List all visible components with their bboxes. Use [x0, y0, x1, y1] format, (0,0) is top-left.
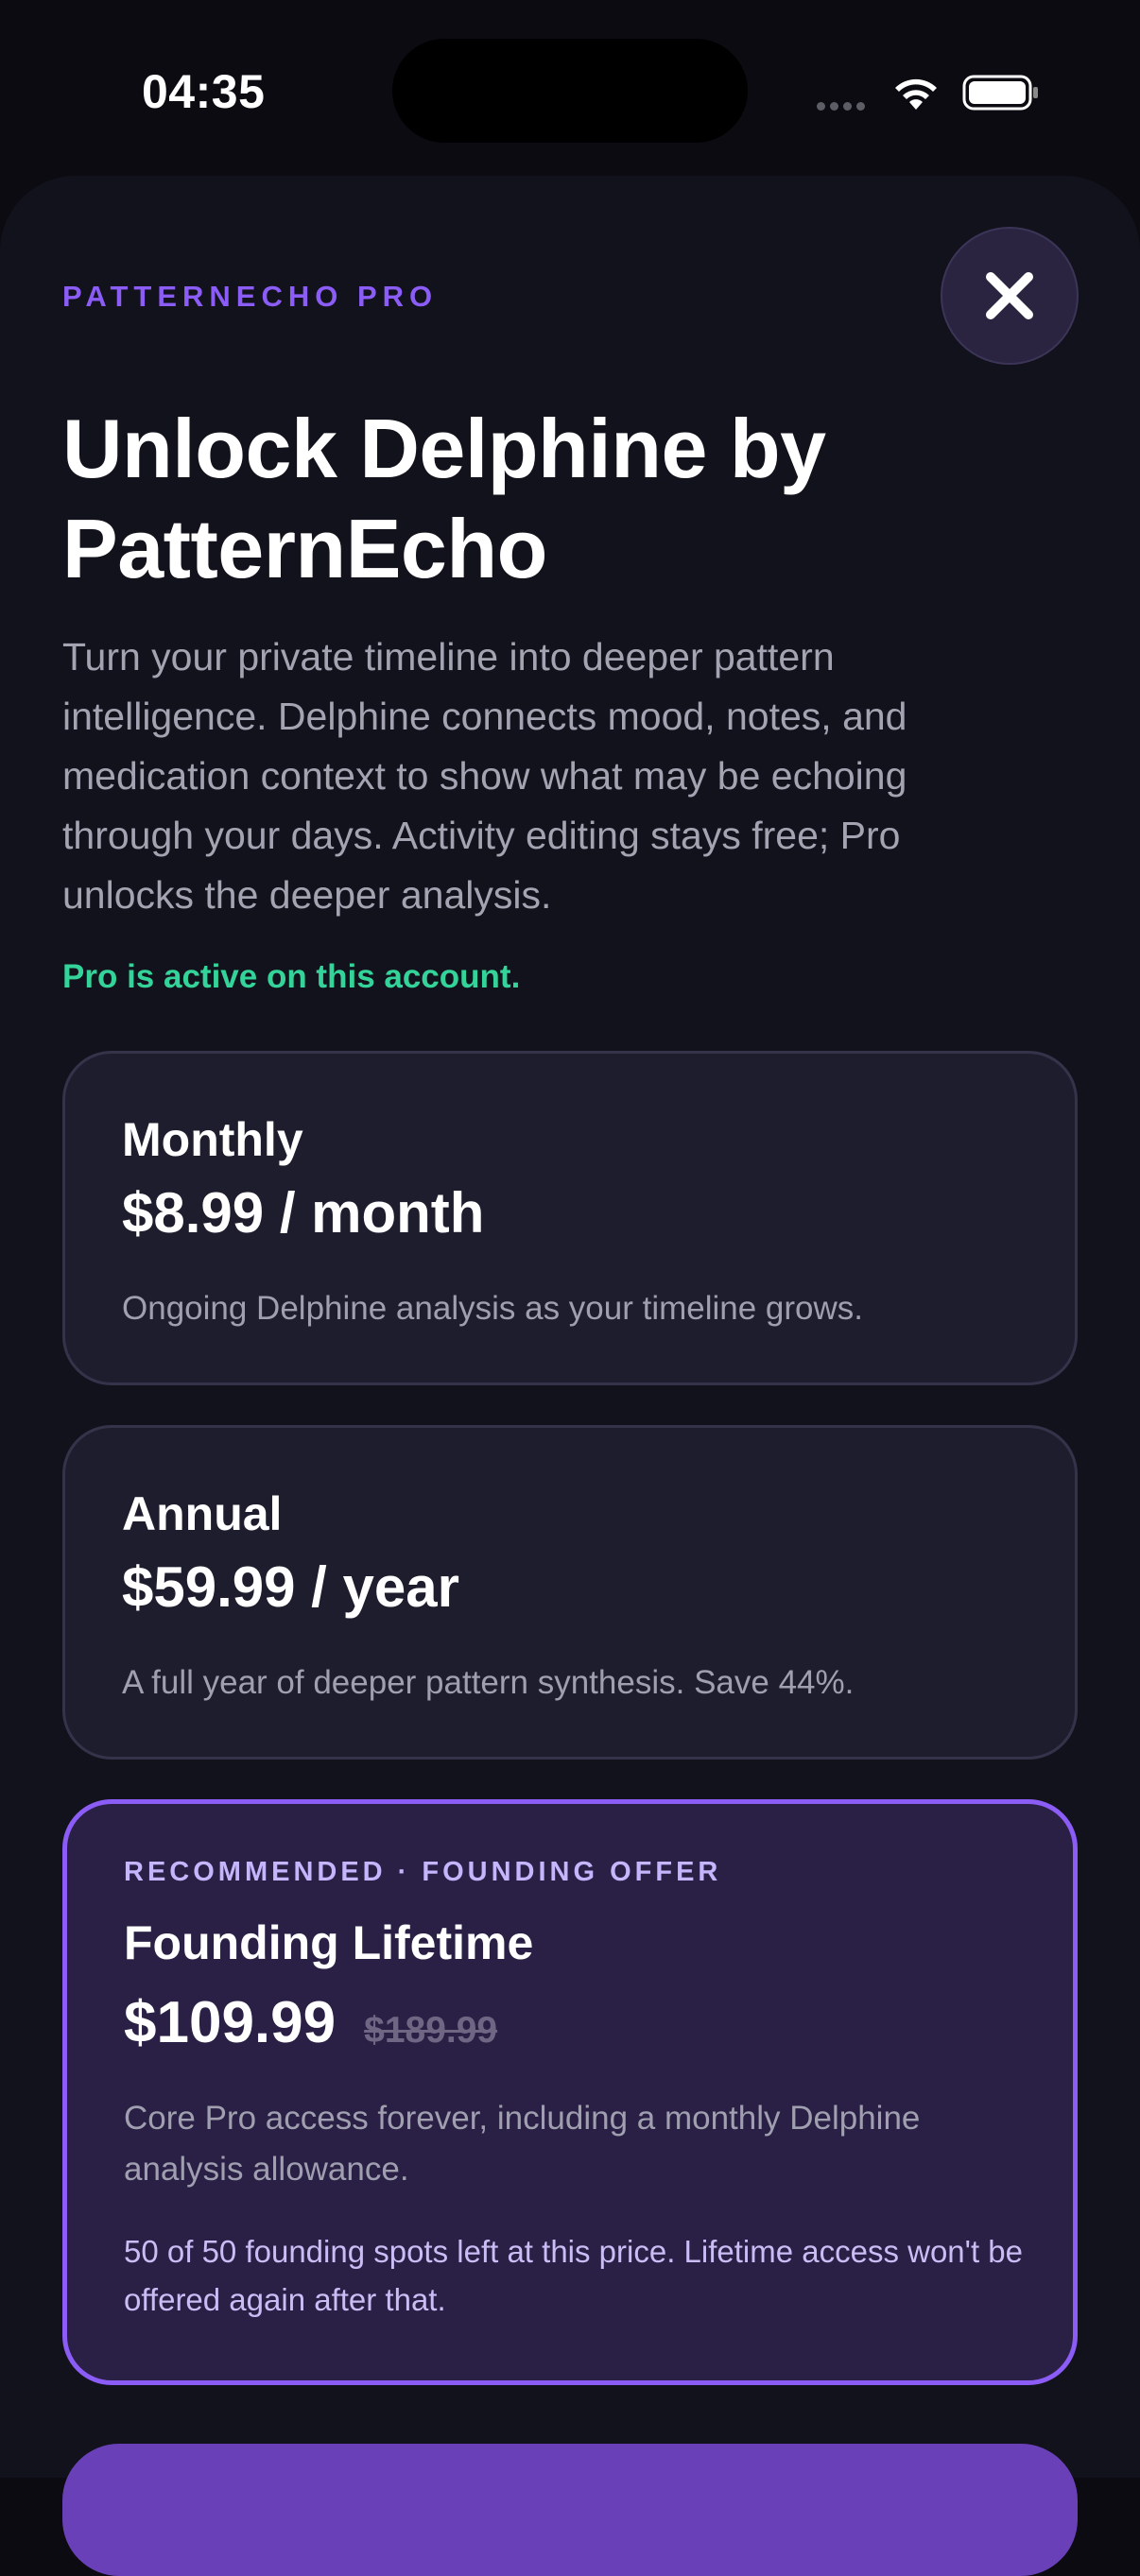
plan-price: $109.99 — [124, 1990, 337, 2055]
plan-name: Annual — [122, 1487, 283, 1540]
plan-card-lifetime[interactable]: RECOMMENDED · FOUNDING OFFER Founding Li… — [62, 1799, 1078, 2385]
pro-status-text: Pro is active on this account. — [62, 958, 521, 995]
close-button[interactable] — [941, 227, 1079, 365]
plan-price: $59.99 / year — [122, 1555, 459, 1619]
signal-icon — [817, 98, 870, 115]
page-description: Turn your private timeline into deeper p… — [62, 635, 907, 917]
plan-description: Core Pro access forever, including a mon… — [124, 2100, 921, 2188]
wifi-icon — [891, 74, 941, 116]
dynamic-island — [392, 39, 748, 143]
recommended-badge: RECOMMENDED · FOUNDING OFFER — [124, 1857, 722, 1887]
paywall-sheet: PATTERNECHO PRO Unlock Delphine by Patte… — [0, 176, 1140, 2576]
status-time: 04:35 — [142, 65, 266, 118]
plan-card-annual[interactable]: Annual $59.99 / year A full year of deep… — [62, 1425, 1078, 1760]
page-title: Unlock Delphine by PatternEcho — [62, 402, 826, 595]
original-price: $189.99 — [364, 2010, 498, 2051]
price-row: $109.99 $189.99 — [124, 1989, 497, 2056]
plan-price: $8.99 / month — [122, 1181, 485, 1245]
battery-icon — [962, 74, 1040, 116]
plan-card-monthly[interactable]: Monthly $8.99 / month Ongoing Delphine a… — [62, 1051, 1078, 1385]
plan-name: Founding Lifetime — [124, 1916, 534, 1969]
plan-description: A full year of deeper pattern synthesis.… — [122, 1664, 855, 1701]
purchase-button[interactable] — [62, 2444, 1078, 2576]
status-bar: 04:35 — [0, 0, 1140, 180]
close-icon — [986, 272, 1033, 319]
plan-name: Monthly — [122, 1113, 303, 1166]
founding-spots-note: 50 of 50 founding spots left at this pri… — [124, 2234, 1024, 2317]
eyebrow-label: PATTERNECHO PRO — [62, 280, 439, 313]
plan-description: Ongoing Delphine analysis as your timeli… — [122, 1290, 864, 1327]
